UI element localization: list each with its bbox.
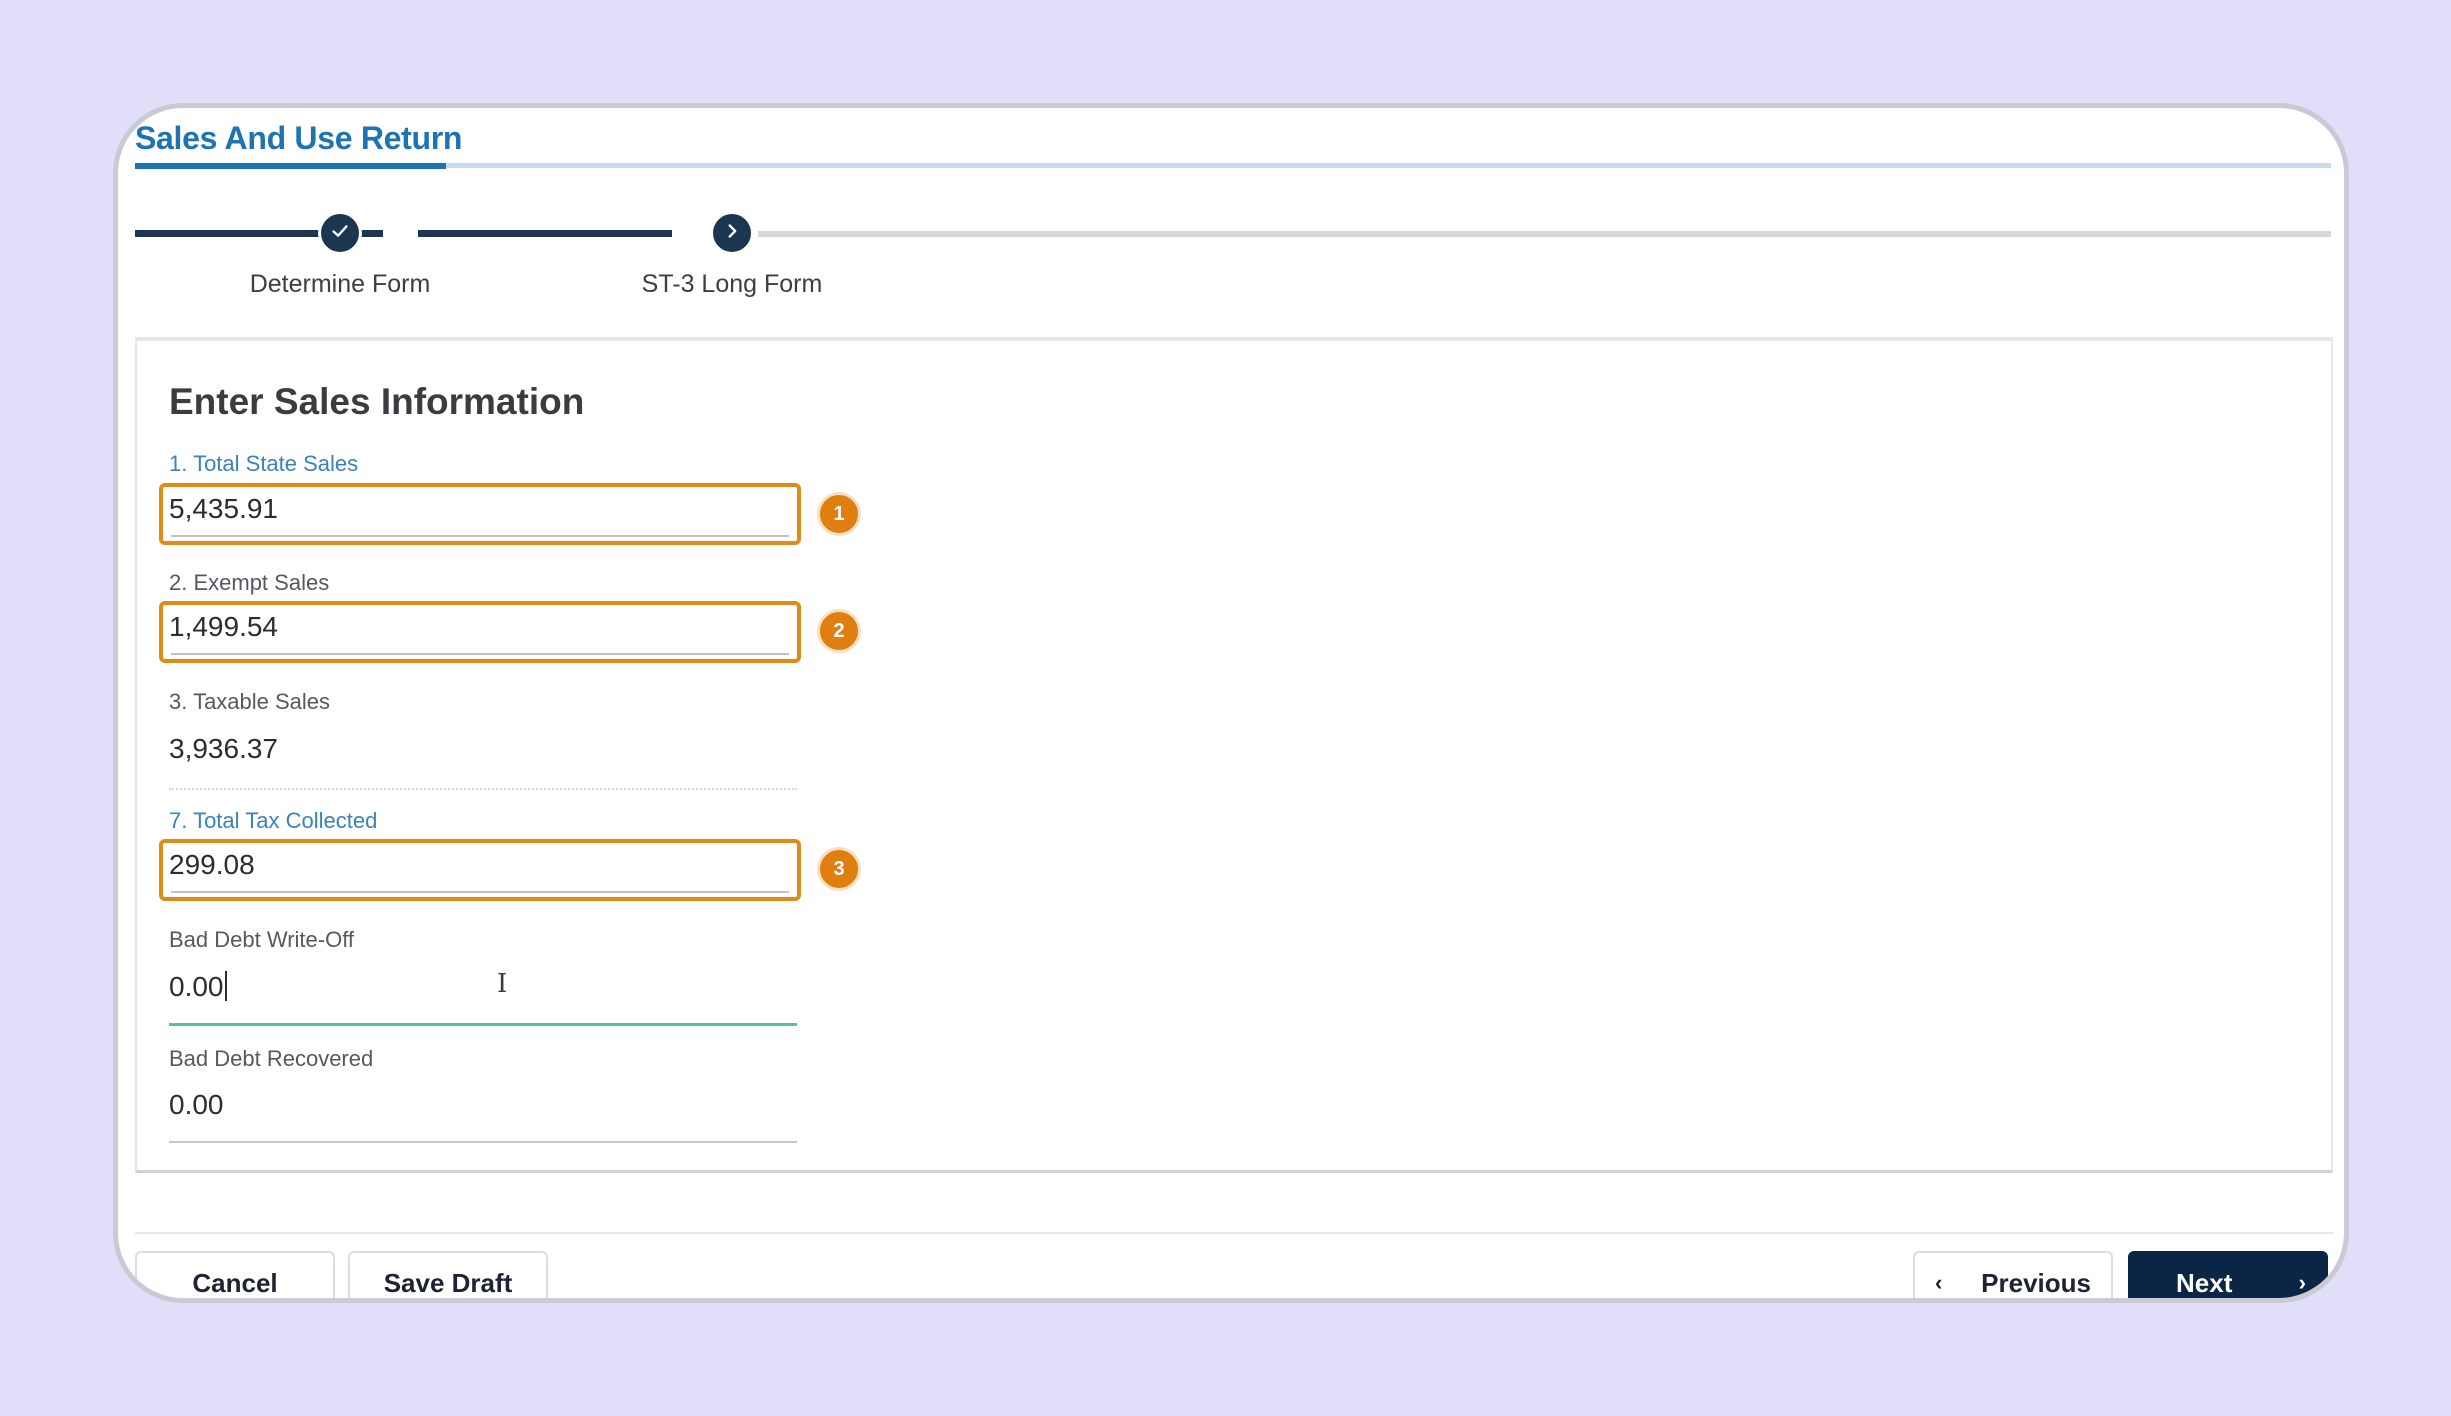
total-tax-collected-label: 7. Total Tax Collected <box>169 808 378 833</box>
total-state-sales-label: 1. Total State Sales <box>169 451 359 476</box>
step-connector-pending <box>758 231 2331 237</box>
step-2-label: ST-3 Long Form <box>641 270 823 298</box>
chevron-right-icon: › <box>2298 1270 2306 1295</box>
total-state-sales-input[interactable]: 5,435.91 <box>159 483 801 545</box>
previous-label: Previous <box>1981 1267 2091 1298</box>
step-badge-2: 2 <box>817 609 861 653</box>
step-connector-complete <box>418 230 672 237</box>
section-title: Enter Sales Information <box>169 381 585 422</box>
step-badge-3: 3 <box>817 847 861 891</box>
taxable-sales-label: 3. Taxable Sales <box>169 689 331 714</box>
text-caret <box>224 971 227 1001</box>
header-active-underline <box>135 163 446 169</box>
input-underline <box>171 653 789 655</box>
readonly-underline <box>169 788 797 790</box>
bad-debt-write-off-value: 0.00 <box>169 971 224 1002</box>
save-draft-button[interactable]: Save Draft <box>348 1251 548 1298</box>
bad-debt-recovered-label: Bad Debt Recovered <box>169 1046 374 1071</box>
text-cursor-icon: I <box>497 969 508 999</box>
step-1-label: Determine Form <box>249 270 431 298</box>
total-tax-collected-input[interactable]: 299.08 <box>159 839 801 901</box>
bad-debt-recovered-value: 0.00 <box>169 1089 224 1120</box>
exempt-sales-value: 1,499.54 <box>169 611 278 642</box>
bad-debt-write-off-input[interactable]: 0.00 <box>169 971 227 1003</box>
total-tax-collected-value: 299.08 <box>169 849 255 880</box>
footer-divider <box>135 1232 2333 1234</box>
chevron-left-icon: ‹ <box>1935 1270 1943 1295</box>
bad-debt-write-off-label: Bad Debt Write-Off <box>169 927 355 952</box>
input-underline <box>171 891 789 893</box>
chevron-right-icon <box>721 220 743 247</box>
previous-button[interactable]: ‹ Previous <box>1913 1251 2113 1298</box>
sales-info-card: Enter Sales Information 1. Total State S… <box>135 337 2333 1173</box>
exempt-sales-label: 2. Exempt Sales <box>169 570 330 595</box>
app-window: Sales And Use Return Determine Form ST-3… <box>113 103 2349 1303</box>
next-label: Next <box>2176 1267 2233 1298</box>
step-1-indicator[interactable] <box>318 211 362 255</box>
input-underline <box>169 1141 797 1143</box>
input-underline <box>171 535 789 537</box>
next-button[interactable]: Next › <box>2128 1251 2328 1298</box>
bad-debt-recovered-input[interactable]: 0.00 <box>169 1089 224 1121</box>
step-2-indicator[interactable] <box>710 211 754 255</box>
check-icon <box>329 220 351 247</box>
exempt-sales-input[interactable]: 1,499.54 <box>159 601 801 663</box>
taxable-sales-value: 3,936.37 <box>169 733 278 764</box>
focused-underline <box>169 1023 797 1026</box>
total-state-sales-value: 5,435.91 <box>169 493 278 524</box>
step-badge-1: 1 <box>817 492 861 536</box>
cancel-button[interactable]: Cancel <box>135 1251 335 1298</box>
page-title: Sales And Use Return <box>135 120 463 156</box>
header-divider <box>135 163 2331 168</box>
